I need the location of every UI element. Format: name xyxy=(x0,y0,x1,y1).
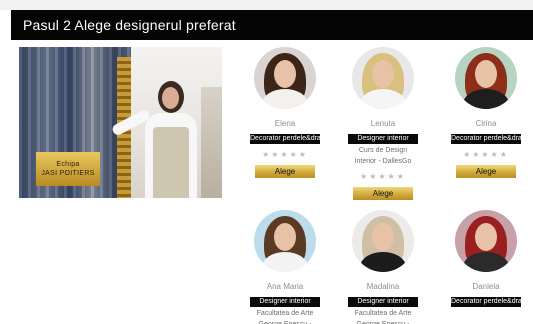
badge-line-1: Echipa xyxy=(56,161,80,168)
designer-role: Decorator perdele&draperii xyxy=(451,297,533,307)
designer-card[interactable]: Ana Maria Designer interior Facultatea de … xyxy=(250,210,320,324)
avatar-face xyxy=(372,223,394,251)
step-header: Pasul 2 Alege designerul preferat xyxy=(11,10,533,40)
designer-description: Facultatea de Arte xyxy=(256,310,314,317)
avatar-face xyxy=(475,60,497,88)
designer-avatar[interactable] xyxy=(455,47,517,109)
avatar-face xyxy=(274,223,296,251)
designer-card[interactable]: Lenuta Designer interior Curs de Design Int… xyxy=(348,47,418,200)
designer-card[interactable]: Cirina Decorator perdele&draperii ★★★★★ Ale… xyxy=(451,47,533,178)
select-designer-button[interactable]: Alege xyxy=(456,165,516,178)
designer-role: Decorator perdele&draperii xyxy=(451,134,533,144)
designer-description: Curs de Design xyxy=(358,147,408,154)
designer-card[interactable]: Daniela Decorator perdele&draperii xyxy=(451,210,533,307)
designer-card[interactable]: Elena Decorator perdele&draperii ★★★★★ Aleg… xyxy=(250,47,335,178)
rating-stars: ★★★★★ xyxy=(463,150,509,159)
avatar-face xyxy=(475,223,497,251)
designer-card[interactable]: Madalina Designer interior Facultatea de A… xyxy=(348,210,418,324)
designer-name: Madalina xyxy=(366,282,400,291)
designer-avatar[interactable] xyxy=(352,210,414,272)
designer-name: Lenuta xyxy=(370,119,396,128)
designer-description: Interior - DallesGo xyxy=(354,158,412,165)
team-badge: Echipa JASI POITIERS xyxy=(36,152,100,186)
designer-name: Daniela xyxy=(472,282,500,291)
designer-description: Facultatea de Arte xyxy=(354,310,412,317)
select-designer-button[interactable]: Alege xyxy=(353,187,413,200)
designer-name: Ana Maria xyxy=(266,282,304,291)
designer-avatar[interactable] xyxy=(254,47,316,109)
designer-avatar[interactable] xyxy=(455,210,517,272)
rating-stars: ★★★★★ xyxy=(262,150,308,159)
woman-apron xyxy=(153,127,189,198)
designer-name: Elena xyxy=(274,119,296,128)
badge-line-2: JASI POITIERS xyxy=(41,170,95,177)
hero-image: Echipa JASI POITIERS xyxy=(19,47,222,198)
designer-role: Designer interior xyxy=(250,297,320,307)
designer-role: Decorator perdele&draperii xyxy=(250,134,335,144)
rating-stars: ★★★★★ xyxy=(360,172,406,181)
designer-name: Cirina xyxy=(475,119,497,128)
avatar-face xyxy=(372,60,394,88)
top-strip xyxy=(0,0,533,10)
woman-face xyxy=(162,87,179,109)
showroom-shelf xyxy=(201,87,222,198)
designer-avatar[interactable] xyxy=(352,47,414,109)
avatar-face xyxy=(274,60,296,88)
designer-role: Designer interior xyxy=(348,134,418,144)
select-designer-button[interactable]: Alege xyxy=(255,165,315,178)
designer-role: Designer interior xyxy=(348,297,418,307)
designer-avatar[interactable] xyxy=(254,210,316,272)
step-title: Pasul 2 Alege designerul preferat xyxy=(23,17,236,33)
